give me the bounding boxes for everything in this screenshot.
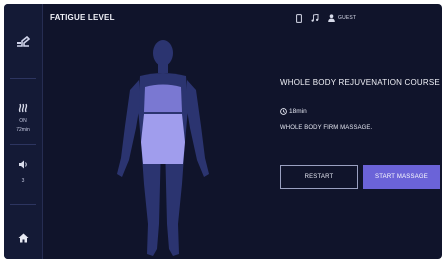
music-icon[interactable] xyxy=(311,14,319,22)
sidebar: ON 72min 3 xyxy=(4,4,43,259)
app-screen: ON 72min 3 FATIGUE LEVEL GUEST WHOLE BOD… xyxy=(4,4,442,259)
sidebar-divider xyxy=(10,144,36,145)
status-bar: GUEST xyxy=(296,12,356,24)
heat-level: 72min xyxy=(16,127,30,133)
lower-back-zone xyxy=(141,114,185,164)
home-icon xyxy=(18,233,28,243)
body-map xyxy=(117,40,209,256)
recline-button[interactable] xyxy=(4,34,42,52)
sidebar-divider xyxy=(10,78,36,79)
restart-button[interactable]: RESTART xyxy=(280,165,358,189)
volume-icon xyxy=(18,160,27,169)
clock-icon xyxy=(280,108,287,115)
heat-icon xyxy=(18,103,28,113)
heat-control[interactable]: ON 72min xyxy=(4,100,42,133)
upper-back-zone xyxy=(144,84,182,112)
page-title: FATIGUE LEVEL xyxy=(50,13,115,22)
course-duration: 18min xyxy=(280,108,307,115)
phone-icon[interactable] xyxy=(296,13,302,23)
course-title: WHOLE BODY REJUVENATION COURSE xyxy=(280,78,440,87)
volume-value: 3 xyxy=(21,178,25,184)
recline-icon xyxy=(17,35,31,47)
start-massage-button[interactable]: START MASSAGE xyxy=(363,165,440,189)
sidebar-divider xyxy=(10,204,36,205)
duration-value: 18min xyxy=(289,108,307,115)
home-button[interactable] xyxy=(4,230,42,248)
course-description: WHOLE BODY FIRM MASSAGE. xyxy=(280,125,373,131)
heat-status: ON xyxy=(19,118,27,124)
user-icon[interactable] xyxy=(328,14,335,22)
user-label: GUEST xyxy=(338,15,357,21)
volume-control[interactable]: 3 xyxy=(4,156,42,184)
